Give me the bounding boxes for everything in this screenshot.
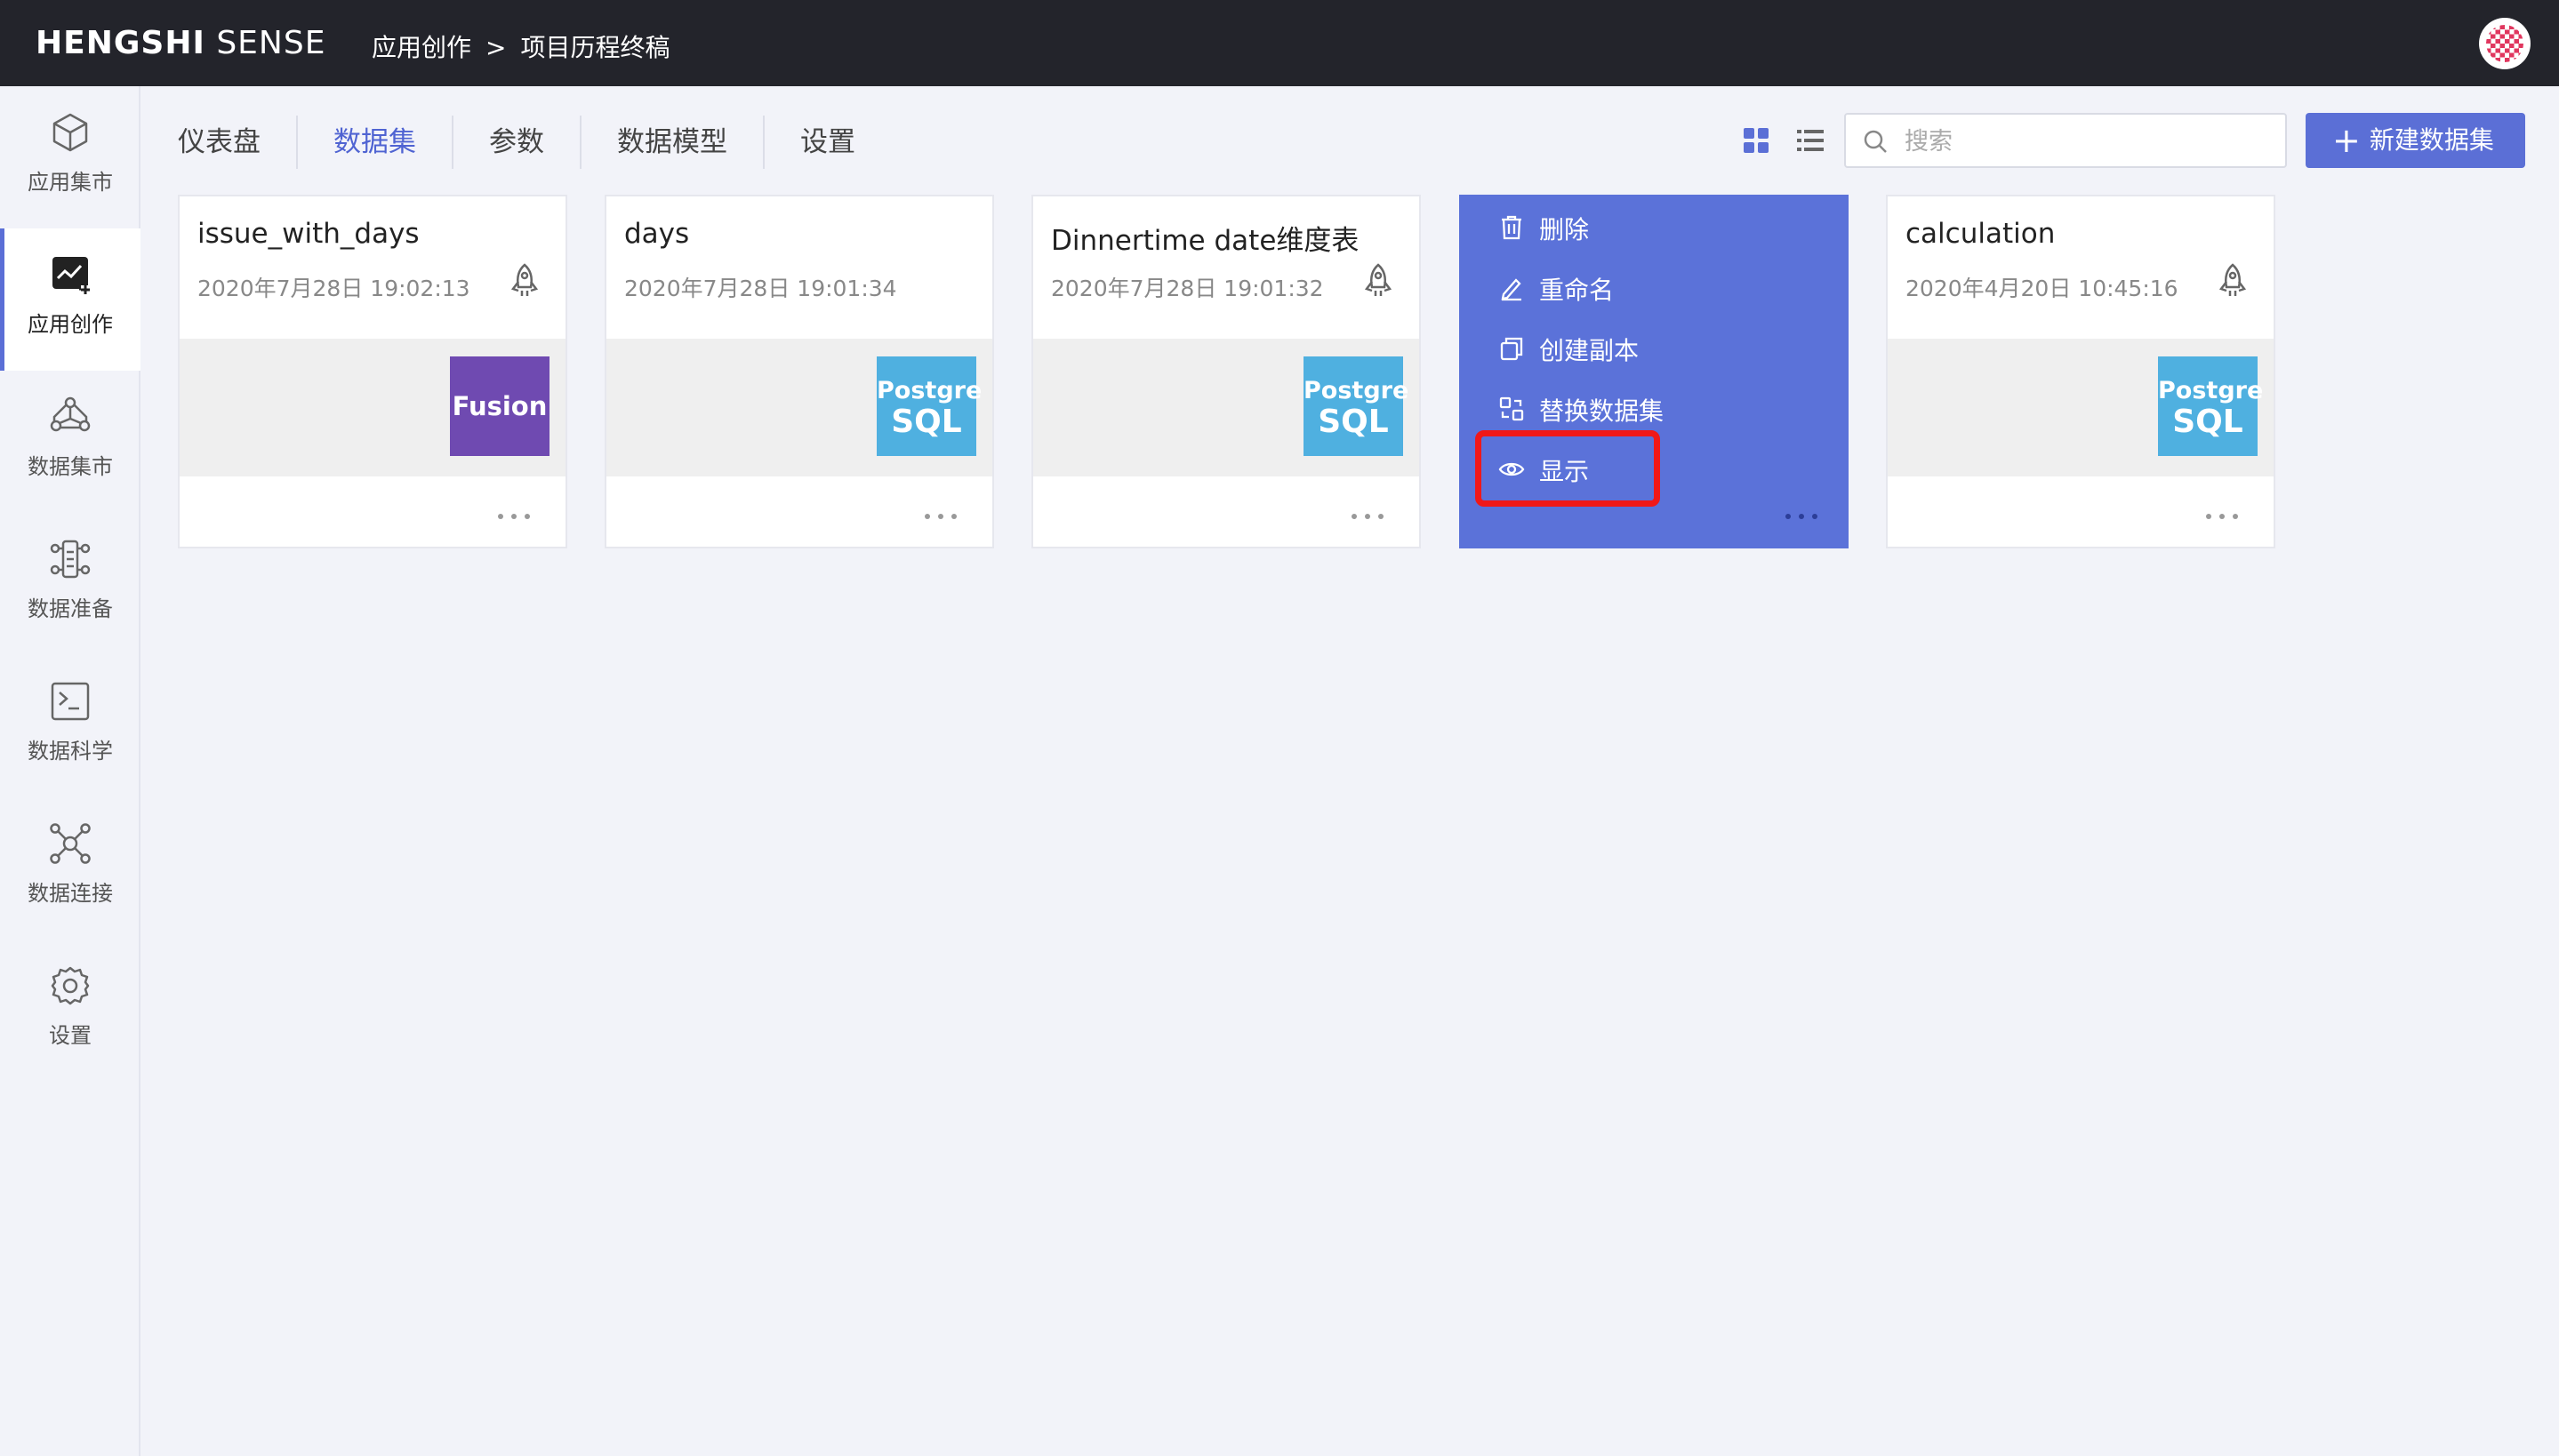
- sidebar-item-label: 数据科学: [28, 739, 113, 764]
- cube-icon: [52, 113, 88, 152]
- sidebar-item-label: 数据准备: [28, 596, 113, 621]
- dataset-date: 2020年7月28日 19:01:32: [1051, 276, 1324, 301]
- app-create-icon: [52, 257, 90, 294]
- more-options-icon[interactable]: [925, 506, 969, 519]
- tab-settings[interactable]: 设置: [763, 116, 891, 169]
- rocket-icon[interactable]: [2217, 262, 2249, 300]
- brand-logo[interactable]: HENGSHI SENSE: [36, 25, 325, 61]
- sidebar-item-data-market[interactable]: 数据集市: [0, 371, 140, 513]
- tab-datasets[interactable]: 数据集: [296, 116, 452, 169]
- dataset-card-issue-with-days[interactable]: issue_with_days 2020年7月28日 19:02:13 Fusi…: [178, 195, 567, 548]
- list-view-icon[interactable]: [1796, 127, 1825, 154]
- dataset-preview: Fusion: [180, 339, 566, 476]
- rocket-icon[interactable]: [509, 262, 541, 300]
- dataset-card-dinnertime[interactable]: Dinnertime date维度表 2020年7月28日 19:01:32 P…: [1031, 195, 1421, 548]
- dataset-title: days: [624, 218, 690, 250]
- sidebar-item-data-prep[interactable]: 数据准备: [0, 513, 140, 655]
- terminal-icon: [51, 682, 90, 721]
- plus-icon: +: [2332, 121, 2361, 160]
- top-bar: HENGSHI SENSE 应用创作 > 项目历程终稿: [0, 0, 2559, 86]
- gear-icon: [51, 966, 90, 1005]
- sidebar-item-label: 数据连接: [28, 881, 113, 906]
- grid-view-icon[interactable]: [1743, 127, 1769, 154]
- more-options-icon[interactable]: [1352, 506, 1396, 519]
- dataset-preview: Postgre SQL: [1033, 339, 1419, 476]
- search-box: [1844, 113, 2287, 168]
- dataset-card-days[interactable]: days 2020年7月28日 19:01:34 Postgre SQL: [605, 195, 994, 548]
- sidebar-item-settings[interactable]: 设置: [0, 940, 140, 1082]
- postgresql-logo: Postgre SQL: [877, 356, 982, 456]
- highlight-box: [1475, 430, 1660, 507]
- copy-icon: [1500, 337, 1523, 361]
- avatar[interactable]: [2479, 18, 2531, 69]
- tab-params[interactable]: 参数: [452, 116, 580, 169]
- postgresql-logo: Postgre SQL: [1304, 356, 1408, 456]
- dataset-date: 2020年4月20日 10:45:16: [1905, 276, 2178, 301]
- sidebar-item-app-market[interactable]: 应用集市: [0, 86, 140, 228]
- sidebar-item-label: 设置: [49, 1023, 92, 1048]
- sidebar-item-app-create[interactable]: 应用创作: [0, 228, 140, 371]
- tab-data-model[interactable]: 数据模型: [580, 116, 763, 169]
- data-prep-icon: [50, 540, 91, 579]
- dataset-preview: Postgre SQL: [1888, 339, 2274, 476]
- replace-icon: [1499, 396, 1524, 421]
- fusion-logo: Fusion: [450, 356, 550, 456]
- dataset-card-calculation[interactable]: calculation 2020年4月20日 10:45:16 Postgre S…: [1886, 195, 2275, 548]
- new-dataset-button[interactable]: + 新建数据集: [2306, 113, 2525, 168]
- rocket-icon[interactable]: [1362, 262, 1394, 300]
- trash-icon: [1502, 215, 1521, 240]
- more-options-icon[interactable]: [498, 506, 542, 519]
- breadcrumb-project: 项目历程终稿: [520, 33, 670, 62]
- sidebar: 应用集市 应用创作 数据集市 数据准备 数据科学 数据连接 设置: [0, 86, 140, 1456]
- dataset-date: 2020年7月28日 19:02:13: [197, 276, 470, 301]
- search-icon: [1864, 130, 1887, 153]
- breadcrumb-app-create[interactable]: 应用创作: [372, 33, 471, 62]
- more-options-icon[interactable]: [1785, 506, 1825, 523]
- breadcrumb: 应用创作 > 项目历程终稿: [372, 28, 670, 64]
- sidebar-item-data-science[interactable]: 数据科学: [0, 655, 140, 797]
- breadcrumb-separator: >: [485, 33, 507, 62]
- data-market-icon: [50, 396, 91, 432]
- more-options-icon[interactable]: [2206, 506, 2250, 519]
- sidebar-item-label: 应用集市: [28, 170, 113, 195]
- network-icon: [50, 823, 91, 864]
- sidebar-item-data-connect[interactable]: 数据连接: [0, 797, 140, 940]
- dataset-title: Dinnertime date维度表: [1051, 225, 1360, 257]
- search-input[interactable]: [1905, 124, 2269, 159]
- dataset-preview: Postgre SQL: [606, 339, 992, 476]
- tab-bar: 仪表盘 数据集 参数 数据模型 设置: [178, 116, 891, 169]
- sidebar-item-label: 数据集市: [28, 454, 113, 479]
- dataset-date: 2020年7月28日 19:01:34: [624, 276, 897, 301]
- postgresql-logo: Postgre SQL: [2158, 356, 2263, 456]
- tab-dashboard[interactable]: 仪表盘: [178, 116, 296, 169]
- pencil-icon: [1501, 278, 1521, 301]
- sidebar-item-label: 应用创作: [28, 312, 113, 337]
- dataset-title: issue_with_days: [197, 218, 420, 250]
- dataset-title: calculation: [1905, 218, 2056, 250]
